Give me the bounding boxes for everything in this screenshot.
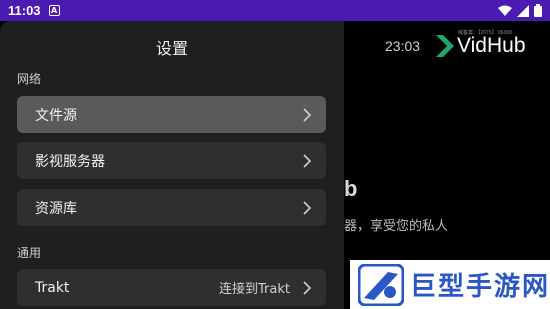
- chevron-right-icon: [303, 280, 312, 295]
- settings-title: 设置: [155, 39, 188, 58]
- chevron-right-icon: [303, 107, 312, 122]
- chevron-right-icon: [303, 153, 312, 168]
- vidhub-logo-text: VidHub: [457, 34, 526, 57]
- background-clock: 23:03: [385, 38, 421, 54]
- watermark-logo-icon: [358, 263, 404, 306]
- signal-icon: [517, 4, 529, 17]
- vidhub-logo: VidHub: [436, 34, 526, 58]
- watermark-text: 巨型手游网: [409, 272, 550, 302]
- chevron-right-icon: [303, 200, 312, 215]
- status-time: 11:03: [8, 3, 41, 18]
- section-header-general: 通用: [17, 246, 42, 260]
- settings-item-label: 资源库: [35, 200, 77, 217]
- settings-item-file-source[interactable]: 文件源: [17, 96, 326, 133]
- battery-icon: [534, 4, 542, 17]
- settings-item-label: Trakt: [35, 279, 70, 296]
- status-bar: 11:03 A: [0, 0, 550, 21]
- settings-panel: 设置 网络 文件源 影视服务器 资源库 通用 Trakt 连接到Trakt: [0, 21, 344, 309]
- vidhub-logo-icon: [436, 35, 454, 57]
- section-header-network: 网络: [17, 72, 42, 86]
- settings-item-label: 影视服务器: [35, 153, 105, 170]
- settings-item-trakt[interactable]: Trakt 连接到Trakt: [17, 269, 326, 306]
- background-title-fragment: b: [344, 176, 358, 201]
- watermark-banner: 巨型手游网: [350, 260, 550, 309]
- settings-item-library[interactable]: 资源库: [17, 189, 326, 226]
- system-icons: [498, 4, 542, 17]
- wifi-icon: [498, 5, 512, 16]
- settings-item-media-server[interactable]: 影视服务器: [17, 142, 326, 179]
- settings-item-value: 连接到Trakt: [219, 282, 290, 297]
- notification-icon: A: [48, 5, 60, 16]
- settings-item-label: 文件源: [35, 107, 77, 124]
- background-subtitle-fragment: 器，享受您的私人: [344, 219, 449, 234]
